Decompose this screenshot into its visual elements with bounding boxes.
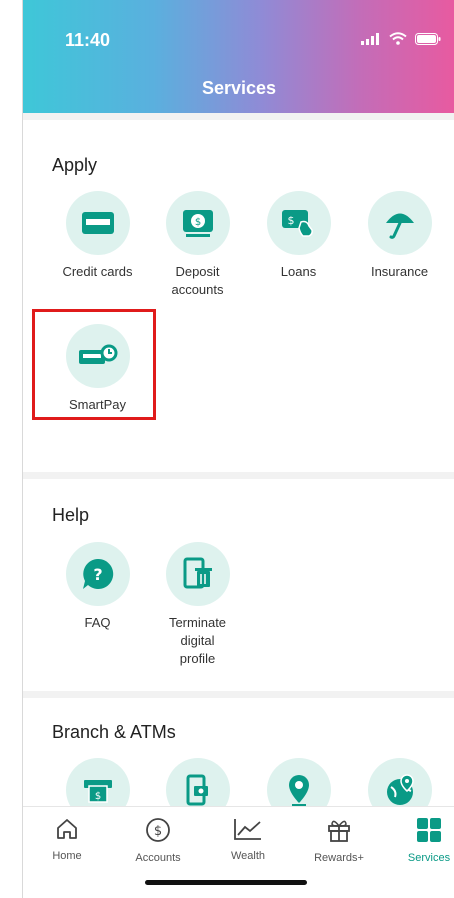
section-title-branch: Branch & ATMs <box>52 722 176 742</box>
tab-wealth[interactable]: Wealth <box>208 817 288 862</box>
deposit-accounts-label: Deposit accounts <box>171 264 224 297</box>
faq-label: FAQ <box>84 615 111 630</box>
header: 11:40 Services <box>23 0 454 113</box>
tab-label: Home <box>52 850 82 862</box>
svg-text:$: $ <box>287 214 294 227</box>
tab-label: Accounts <box>135 852 181 864</box>
loans-icon: $ <box>266 191 331 255</box>
home-indicator <box>145 880 307 885</box>
grid-icon <box>417 818 441 842</box>
section-title-apply: Apply <box>52 155 98 175</box>
deposit-icon: $ <box>165 191 230 255</box>
terminate-profile-tile[interactable]: Terminate digital profile <box>147 542 248 668</box>
tab-label: Rewards+ <box>314 852 364 864</box>
credit-cards-label: Credit cards <box>62 264 133 279</box>
app-frame: 11:40 Services Apply Credit cards $ Depo… <box>22 0 454 898</box>
deposit-accounts-tile[interactable]: $ Deposit accounts <box>147 191 248 299</box>
gift-icon <box>328 820 350 842</box>
status-icons <box>361 32 441 45</box>
tab-label: Services <box>407 852 451 864</box>
insurance-label: Insurance <box>370 264 429 279</box>
tab-services[interactable]: Services <box>389 817 454 864</box>
signal-icon <box>361 32 379 45</box>
page-title: Services <box>201 78 277 98</box>
tab-accounts[interactable]: $ Accounts <box>118 817 198 864</box>
tab-label: Wealth <box>230 850 266 862</box>
question-icon: ? <box>65 542 130 606</box>
divider <box>23 472 454 479</box>
phone-delete-icon <box>165 542 230 606</box>
faq-tile[interactable]: ? FAQ <box>47 542 148 632</box>
dollar-circle-icon: $ <box>146 818 170 842</box>
battery-icon <box>415 32 441 45</box>
svg-text:$: $ <box>94 791 100 802</box>
section-title-help: Help <box>52 505 90 525</box>
highlight-box <box>32 309 156 420</box>
divider <box>23 691 454 698</box>
loans-tile[interactable]: $ Loans <box>248 191 349 281</box>
status-time: 11:40 <box>65 30 111 50</box>
home-icon <box>57 819 77 839</box>
tab-rewards[interactable]: Rewards+ <box>299 817 379 864</box>
svg-text:?: ? <box>93 565 102 584</box>
divider <box>23 113 454 120</box>
loans-label: Loans <box>280 264 317 279</box>
tab-home[interactable]: Home <box>27 817 107 862</box>
chart-line-icon <box>234 819 261 840</box>
svg-text:$: $ <box>194 217 200 228</box>
credit-cards-tile[interactable]: Credit cards <box>47 191 148 281</box>
terminate-profile-label: Terminate digital profile <box>168 615 227 666</box>
wifi-icon <box>389 32 407 45</box>
credit-card-icon <box>65 191 130 255</box>
svg-text:$: $ <box>154 824 162 839</box>
insurance-tile[interactable]: Insurance <box>349 191 450 281</box>
umbrella-icon <box>367 191 432 255</box>
